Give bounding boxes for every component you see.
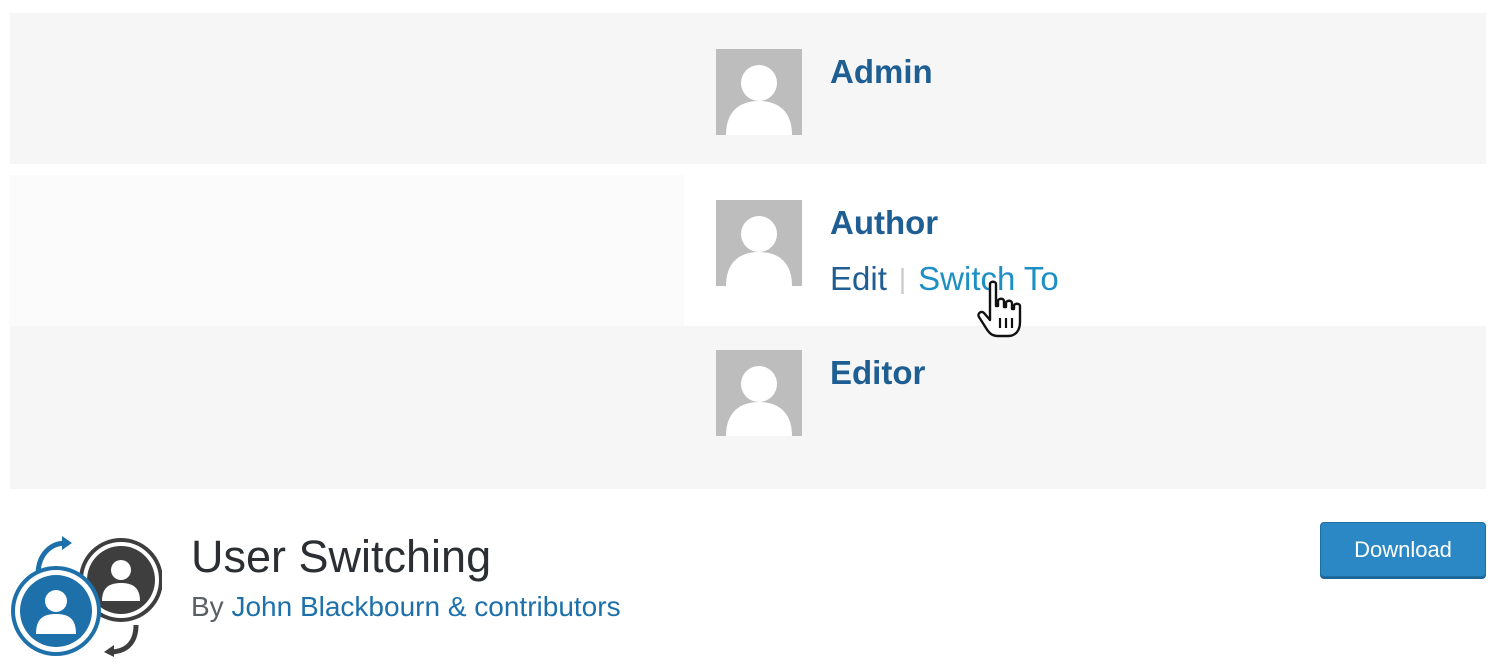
- byline-prefix: By: [191, 591, 224, 622]
- plugin-byline: By John Blackbourn & contributors: [191, 591, 621, 623]
- user-role-name[interactable]: Author: [830, 204, 938, 242]
- user-row-admin: Admin: [10, 13, 1486, 164]
- default-user-silhouette-icon: [726, 216, 792, 286]
- download-button[interactable]: Download: [1320, 522, 1486, 577]
- edit-link[interactable]: Edit: [830, 260, 887, 297]
- avatar: [716, 49, 802, 135]
- user-list-banner: Admin Author Edit | Switch To Editor: [10, 13, 1486, 489]
- user-role-name[interactable]: Editor: [830, 354, 925, 392]
- plugin-title: User Switching: [191, 531, 492, 582]
- user-switching-icon: [10, 535, 163, 657]
- hand-pointer-icon: [976, 280, 1028, 347]
- user-role-name[interactable]: Admin: [830, 53, 933, 91]
- default-user-silhouette-icon: [726, 65, 792, 135]
- default-user-silhouette-icon: [726, 366, 792, 436]
- author-link[interactable]: John Blackbourn & contributors: [231, 591, 620, 622]
- avatar: [716, 200, 802, 286]
- avatar: [716, 350, 802, 436]
- action-separator: |: [898, 263, 907, 294]
- user-row-editor: Editor: [10, 326, 1486, 489]
- user-row-author: Author Edit | Switch To: [10, 175, 1486, 326]
